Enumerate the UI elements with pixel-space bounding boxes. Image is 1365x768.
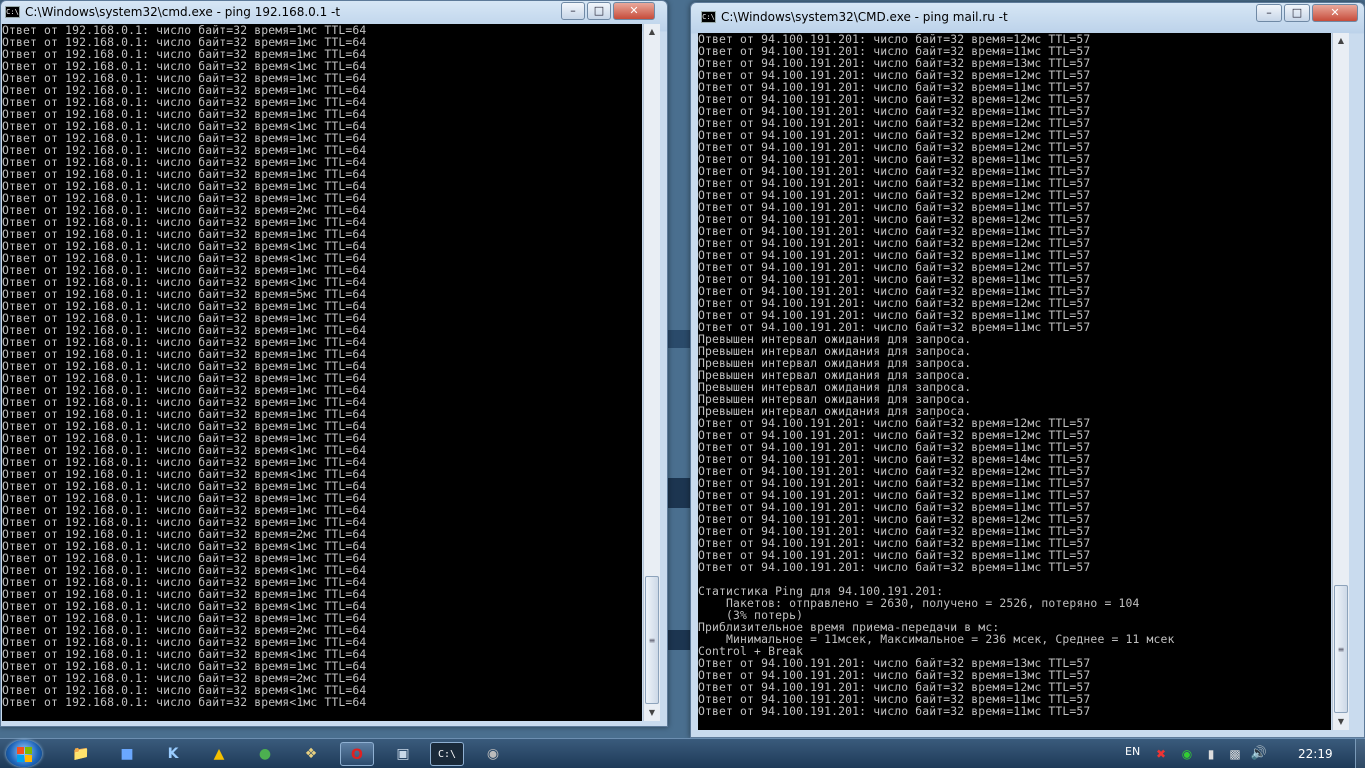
game-app-icon[interactable]: ❖: [294, 742, 328, 766]
window-title: C:\Windows\system32\cmd.exe - ping 192.1…: [25, 5, 341, 19]
scroll-up-arrow-icon[interactable]: ▲: [1333, 33, 1349, 49]
vertical-scrollbar[interactable]: ▲ ≡ ▼: [1332, 33, 1349, 730]
vertical-scrollbar[interactable]: ▲ ≡ ▼: [643, 24, 660, 721]
title-bar[interactable]: C:\ C:\Windows\system32\cmd.exe - ping 1…: [1, 1, 667, 25]
scroll-thumb[interactable]: ≡: [645, 576, 659, 704]
console-line: Ответ от 94.100.191.201: число байт=32 в…: [698, 704, 1091, 718]
title-bar[interactable]: C:\ C:\Windows\system32\CMD.exe - ping m…: [691, 3, 1364, 27]
volume-icon[interactable]: 🔊: [1248, 742, 1270, 766]
cmd-window-right[interactable]: C:\ C:\Windows\system32\CMD.exe - ping m…: [690, 2, 1365, 738]
scroll-down-arrow-icon[interactable]: ▼: [1333, 714, 1349, 730]
network-disconnected-icon[interactable]: ✖: [1150, 742, 1172, 766]
folder-app-icon[interactable]: ▣: [386, 742, 420, 766]
taskbar: 📁 ■ K ▲ ● ❖ O ▣ C:\ ◉ EN ✖ ◉ ▮ ▩ 🔊 22:19: [0, 738, 1365, 768]
maximize-button[interactable]: □: [587, 2, 611, 20]
start-button[interactable]: [6, 740, 42, 767]
tank-game-icon[interactable]: ◉: [476, 742, 510, 766]
antivirus-icon[interactable]: ◉: [1176, 742, 1198, 766]
windows-logo-icon: [25, 755, 32, 762]
scroll-down-arrow-icon[interactable]: ▼: [644, 705, 660, 721]
signal-bars-icon[interactable]: ▩: [1224, 742, 1246, 766]
k-app-icon[interactable]: K: [156, 742, 190, 766]
console-line: Ответ от 192.168.0.1: число байт=32 врем…: [2, 695, 367, 709]
minimize-button[interactable]: –: [561, 2, 585, 20]
windows-logo-icon: [17, 755, 24, 762]
console-output[interactable]: Ответ от 94.100.191.201: число байт=32 в…: [698, 33, 1331, 730]
windows-logo-icon: [25, 747, 32, 754]
window-title: C:\Windows\system32\CMD.exe - ping mail.…: [721, 10, 1008, 24]
console-icon[interactable]: C:\: [5, 6, 20, 18]
save-disk-icon[interactable]: ■: [110, 742, 144, 766]
close-button[interactable]: ✕: [613, 2, 655, 20]
console-icon[interactable]: C:\: [701, 11, 716, 23]
console-line: Ответ от 94.100.191.201: число байт=32 в…: [698, 560, 1091, 574]
scroll-up-arrow-icon[interactable]: ▲: [644, 24, 660, 40]
warning-app-icon[interactable]: ▲: [202, 742, 236, 766]
clock[interactable]: 22:19: [1298, 747, 1333, 761]
console-output[interactable]: Ответ от 192.168.0.1: число байт=32 врем…: [2, 24, 642, 721]
show-desktop-button[interactable]: [1355, 739, 1365, 768]
cmd-window-left[interactable]: C:\ C:\Windows\system32\cmd.exe - ping 1…: [0, 0, 668, 727]
language-indicator[interactable]: EN: [1125, 745, 1140, 758]
cmd-taskbar-icon[interactable]: C:\: [430, 742, 464, 766]
maximize-button[interactable]: □: [1284, 4, 1310, 22]
windows-logo-icon: [17, 747, 24, 754]
close-button[interactable]: ✕: [1312, 4, 1358, 22]
scroll-thumb[interactable]: ≡: [1334, 585, 1348, 713]
torrent-icon[interactable]: ●: [248, 742, 282, 766]
minimize-button[interactable]: –: [1256, 4, 1282, 22]
device-icon[interactable]: ▮: [1200, 742, 1222, 766]
opera-browser-icon[interactable]: O: [340, 742, 374, 766]
explorer-icon[interactable]: 📁: [64, 742, 98, 766]
